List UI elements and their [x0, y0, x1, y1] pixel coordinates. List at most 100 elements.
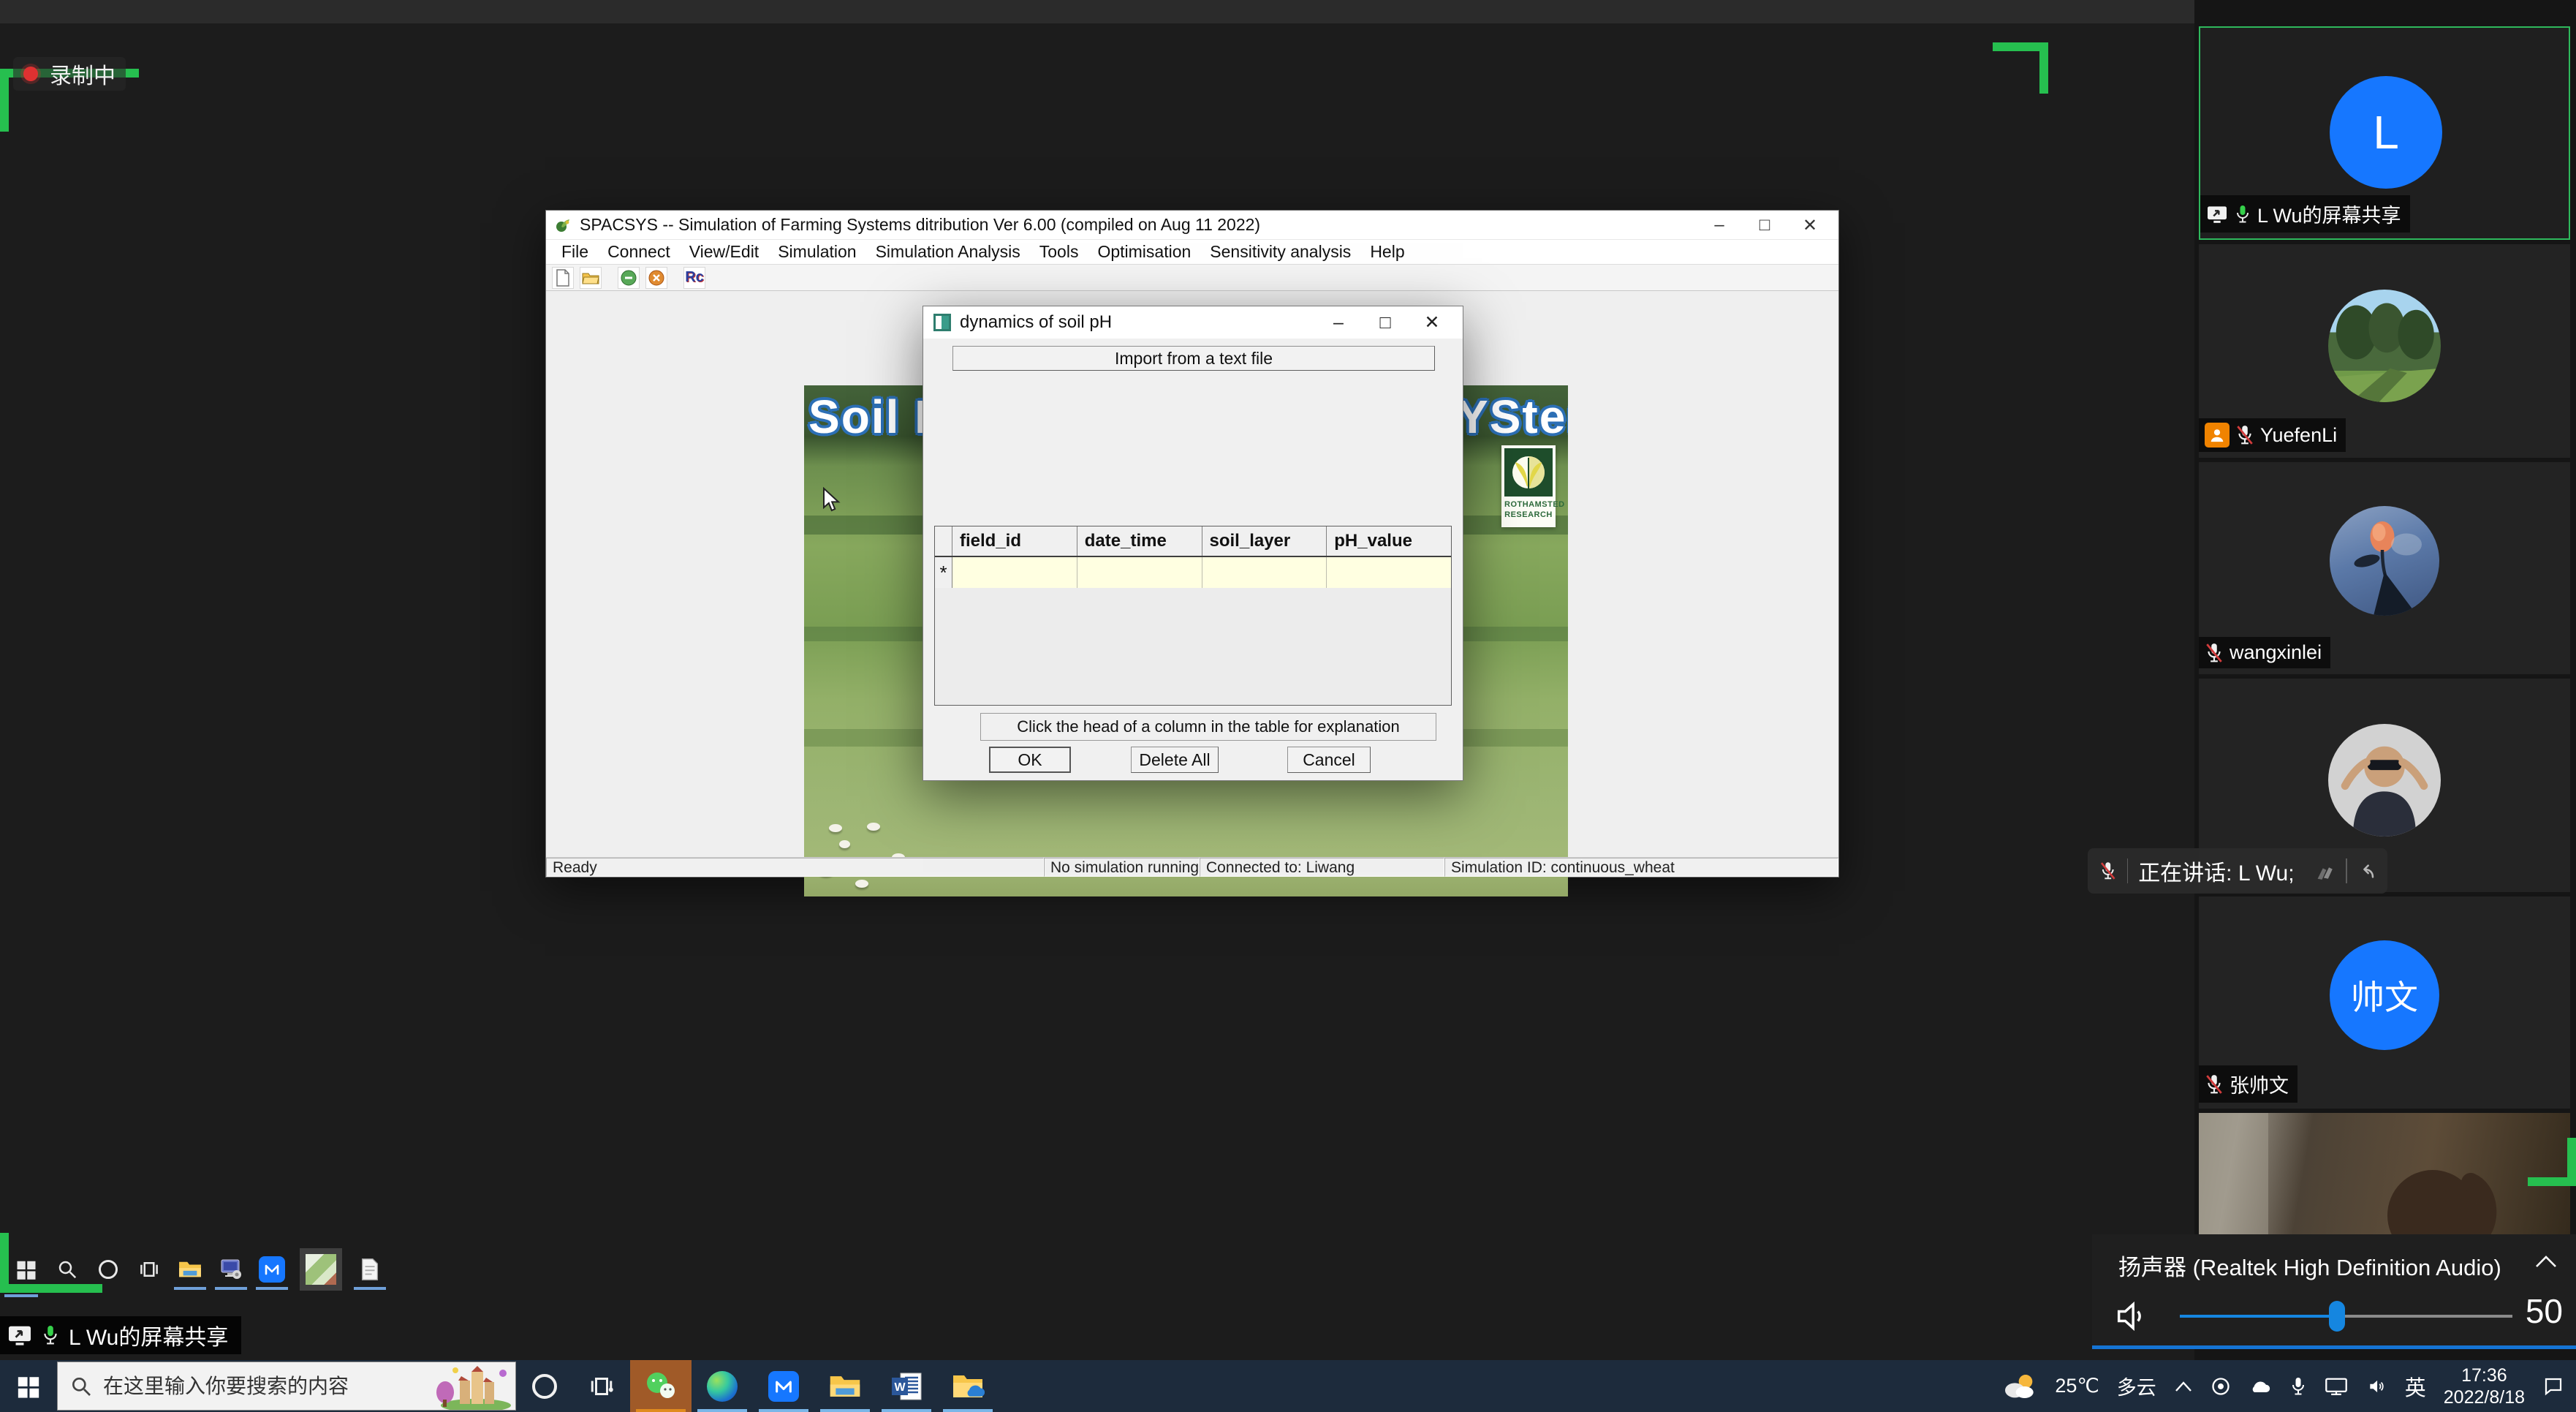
- recording-label: 录制中: [50, 58, 115, 90]
- taskbar-underline: [943, 1409, 993, 1412]
- stop-simulation-icon[interactable]: [645, 267, 667, 289]
- share-corner-top-right: [2039, 42, 2048, 94]
- tray-chevron-up-icon[interactable]: [2174, 1380, 2193, 1393]
- speaker-icon[interactable]: [2113, 1297, 2151, 1335]
- cell-ph-value[interactable]: [1327, 557, 1451, 588]
- sheep: [867, 823, 880, 831]
- dialog-maximize-button[interactable]: □: [1362, 306, 1409, 339]
- volume-slider[interactable]: [2180, 1315, 2512, 1318]
- cancel-button[interactable]: Cancel: [1287, 747, 1371, 773]
- dialog-close-button[interactable]: ✕: [1409, 306, 1455, 339]
- menu-tools[interactable]: Tools: [1030, 242, 1088, 262]
- chevron-up-icon[interactable]: [2534, 1253, 2558, 1269]
- onedrive-folder-icon[interactable]: [937, 1360, 999, 1412]
- column-header-field-id[interactable]: field_id: [952, 526, 1077, 556]
- participant-name: wangxinlei: [2230, 641, 2322, 664]
- dialog-titlebar[interactable]: dynamics of soil pH – □ ✕: [923, 306, 1463, 339]
- task-view-icon[interactable]: [136, 1256, 162, 1283]
- display-tray-icon[interactable]: [2325, 1376, 2348, 1397]
- edge-icon[interactable]: [692, 1360, 753, 1412]
- cell-soil-layer[interactable]: [1202, 557, 1327, 588]
- participant-tile-wangxinlei[interactable]: wangxinlei: [2199, 462, 2570, 674]
- microphone-tray-icon[interactable]: [2289, 1375, 2307, 1397]
- open-folder-icon[interactable]: [580, 267, 602, 289]
- close-button[interactable]: ✕: [1787, 211, 1833, 240]
- menu-view-edit[interactable]: View/Edit: [680, 242, 768, 262]
- column-header-ph-value[interactable]: pH_value: [1327, 526, 1451, 556]
- row-selector[interactable]: *: [935, 557, 952, 588]
- new-file-icon[interactable]: [552, 267, 574, 289]
- rothamsted-logo-line1: ROTHAMSTED: [1504, 499, 1553, 510]
- recording-tray-icon[interactable]: [2211, 1376, 2231, 1397]
- avatar: L: [2330, 76, 2442, 189]
- avatar: 帅文: [2330, 940, 2439, 1050]
- participant-tile-lwu[interactable]: L L Wu的屏幕共享: [2199, 26, 2570, 240]
- menu-file[interactable]: File: [552, 242, 598, 262]
- r-stats-icon-label: Rc: [685, 269, 704, 286]
- weather-icon[interactable]: [2002, 1373, 2037, 1400]
- taskbar-underline: [759, 1409, 808, 1412]
- tray-temperature[interactable]: 25℃: [2055, 1375, 2099, 1397]
- volume-slider-thumb[interactable]: [2329, 1301, 2345, 1332]
- menubar: File Connect View/Edit Simulation Simula…: [546, 240, 1838, 265]
- search-input[interactable]: [103, 1375, 395, 1398]
- start-button[interactable]: [13, 1256, 39, 1283]
- participant-tile-yuefenli[interactable]: YuefenLi: [2199, 244, 2570, 458]
- file-explorer-icon[interactable]: [177, 1256, 203, 1283]
- document-app-icon[interactable]: [357, 1256, 383, 1283]
- word-icon[interactable]: W: [876, 1360, 937, 1412]
- start-simulation-icon[interactable]: [618, 267, 640, 289]
- r-stats-icon[interactable]: Rc: [683, 267, 705, 289]
- search-highlight-image[interactable]: [433, 1364, 512, 1410]
- minimize-button[interactable]: –: [1697, 211, 1742, 240]
- meeting-app-icon[interactable]: [259, 1256, 285, 1283]
- avatar: [2328, 724, 2441, 837]
- menu-optimisation[interactable]: Optimisation: [1088, 242, 1200, 262]
- participant-label: L Wu的屏幕共享: [2200, 195, 2410, 233]
- action-center-icon[interactable]: [2542, 1375, 2564, 1397]
- speaker-tray-icon[interactable]: [2365, 1377, 2387, 1396]
- clap-icon[interactable]: [2315, 860, 2336, 882]
- tray-clock[interactable]: 17:36 2022/8/18: [2444, 1364, 2525, 1408]
- cortana-icon[interactable]: [95, 1256, 121, 1283]
- meeting-app-icon[interactable]: [753, 1360, 814, 1412]
- task-view-icon[interactable]: [573, 1360, 630, 1412]
- spacsys-titlebar[interactable]: SPACSYS -- Simulation of Farming Systems…: [546, 211, 1838, 240]
- menu-simulation-analysis[interactable]: Simulation Analysis: [866, 242, 1030, 262]
- delete-all-button[interactable]: Delete All: [1131, 747, 1219, 773]
- computer-app-icon[interactable]: [218, 1256, 244, 1283]
- recording-dot-icon: [23, 67, 38, 81]
- dialog-minimize-button[interactable]: –: [1315, 306, 1362, 339]
- participant-tile-zhangshuaiwen[interactable]: 帅文 张帅文: [2199, 896, 2570, 1109]
- menu-sensitivity-analysis[interactable]: Sensitivity analysis: [1200, 242, 1360, 262]
- maximize-button[interactable]: □: [1742, 211, 1787, 240]
- reply-arrow-icon[interactable]: [2357, 861, 2376, 881]
- start-button[interactable]: [0, 1360, 57, 1412]
- menu-simulation[interactable]: Simulation: [768, 242, 865, 262]
- recording-indicator: 录制中: [13, 57, 126, 91]
- column-header-soil-layer[interactable]: soil_layer: [1202, 526, 1327, 556]
- onedrive-tray-icon[interactable]: [2249, 1378, 2272, 1395]
- column-header-date-time[interactable]: date_time: [1077, 526, 1202, 556]
- cell-date-time[interactable]: [1077, 557, 1202, 588]
- participant-label: YuefenLi: [2199, 418, 2346, 452]
- taskbar-search[interactable]: [57, 1362, 516, 1411]
- menu-connect[interactable]: Connect: [598, 242, 680, 262]
- search-icon[interactable]: [54, 1256, 80, 1283]
- menu-help[interactable]: Help: [1360, 242, 1414, 262]
- taskbar-underline: [215, 1287, 247, 1290]
- active-app-thumbnail[interactable]: [300, 1248, 342, 1291]
- wechat-icon[interactable]: [630, 1360, 692, 1412]
- share-corner-top-left: [0, 69, 9, 132]
- rothamsted-logo: ROTHAMSTED RESEARCH: [1501, 445, 1556, 527]
- tray-ime[interactable]: 英: [2405, 1371, 2426, 1402]
- import-from-text-file-button[interactable]: Import from a text file: [952, 346, 1435, 371]
- ok-button[interactable]: OK: [989, 747, 1071, 773]
- tray-weather[interactable]: 多云: [2117, 1372, 2156, 1400]
- volume-value: 50: [2526, 1291, 2563, 1331]
- volume-slider-fill: [2180, 1315, 2337, 1318]
- cortana-icon[interactable]: [516, 1360, 573, 1412]
- svg-text:W: W: [894, 1381, 906, 1394]
- cell-field-id[interactable]: [952, 557, 1077, 588]
- file-explorer-icon[interactable]: [814, 1360, 876, 1412]
